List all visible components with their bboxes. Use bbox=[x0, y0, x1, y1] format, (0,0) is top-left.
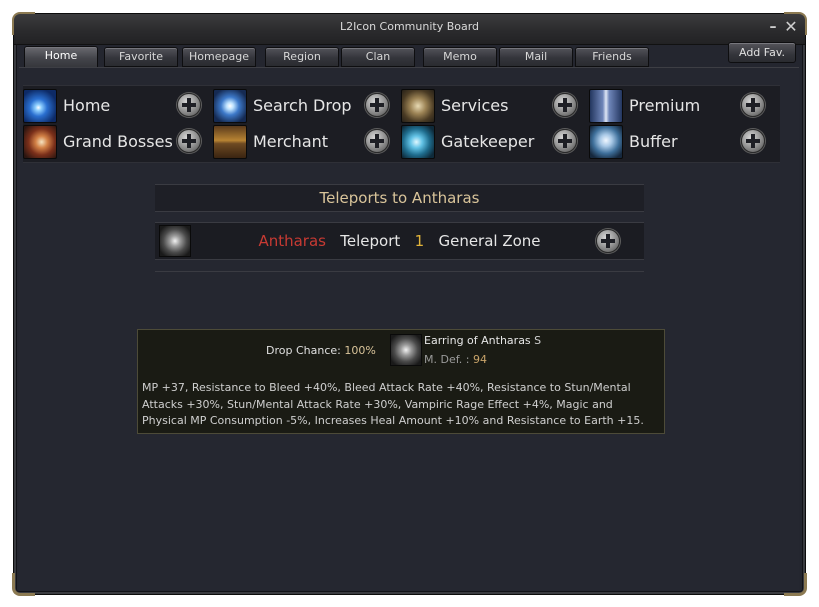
item-stat-value: 94 bbox=[473, 353, 487, 366]
community-board-window: L2Icon Community Board – ✕ Home Favorite… bbox=[12, 12, 807, 596]
minimize-button[interactable]: – bbox=[765, 17, 781, 37]
buffer-icon bbox=[589, 125, 623, 159]
teleport-row[interactable]: Antharas Teleport 1 General Zone bbox=[155, 222, 644, 260]
item-name-text: Earring of Antharas bbox=[424, 334, 531, 347]
gatekeeper-icon bbox=[401, 125, 435, 159]
add-search-drop-button[interactable] bbox=[365, 93, 389, 117]
item-name: Earring of Antharas S bbox=[424, 334, 541, 347]
nav-label: Home bbox=[63, 96, 111, 115]
tab-friends[interactable]: Friends bbox=[575, 47, 649, 67]
tab-favorite[interactable]: Favorite bbox=[104, 47, 178, 67]
window-title: L2Icon Community Board bbox=[339, 20, 480, 33]
earring-icon bbox=[390, 334, 422, 366]
add-merchant-button[interactable] bbox=[365, 129, 389, 153]
add-favorite-button[interactable]: Add Fav. bbox=[728, 42, 796, 63]
nav-label: Search Drop bbox=[253, 96, 352, 115]
teleport-row-text: Antharas Teleport 1 General Zone bbox=[155, 232, 644, 250]
teleport-count: 1 bbox=[414, 232, 425, 250]
tab-memo[interactable]: Memo bbox=[423, 47, 497, 67]
nav-label: Grand Bosses bbox=[63, 132, 173, 151]
search-drop-icon bbox=[213, 89, 247, 123]
tab-home[interactable]: Home bbox=[24, 46, 98, 68]
add-buffer-button[interactable] bbox=[741, 129, 765, 153]
item-stat: M. Def. : 94 bbox=[424, 353, 487, 366]
nav-label: Gatekeeper bbox=[441, 132, 535, 151]
section-divider bbox=[155, 271, 644, 272]
zone-label: General Zone bbox=[438, 232, 541, 250]
teleport-label: Teleport bbox=[340, 232, 401, 250]
nav-label: Premium bbox=[629, 96, 701, 115]
nav-label: Services bbox=[441, 96, 509, 115]
add-premium-button[interactable] bbox=[741, 93, 765, 117]
close-button[interactable]: ✕ bbox=[783, 17, 799, 37]
teleport-add-button[interactable] bbox=[596, 229, 620, 253]
premium-icon bbox=[589, 89, 623, 123]
nav-label: Merchant bbox=[253, 132, 329, 151]
nav-label: Buffer bbox=[629, 132, 678, 151]
add-services-button[interactable] bbox=[553, 93, 577, 117]
drop-chance-label: Drop Chance: bbox=[266, 344, 345, 357]
board-content: Home Search Drop Services Premium Grand … bbox=[19, 67, 799, 590]
tab-mail[interactable]: Mail bbox=[499, 47, 573, 67]
tab-clan[interactable]: Clan bbox=[341, 47, 415, 67]
add-grand-bosses-button[interactable] bbox=[177, 129, 201, 153]
item-grade: S bbox=[534, 334, 542, 347]
home-icon bbox=[23, 89, 57, 123]
boss-name: Antharas bbox=[258, 232, 326, 250]
item-tooltip: Drop Chance: 100% Earring of Antharas S … bbox=[137, 329, 665, 434]
add-gatekeeper-button[interactable] bbox=[553, 129, 577, 153]
drop-chance: Drop Chance: 100% bbox=[266, 344, 376, 357]
tab-homepage[interactable]: Homepage bbox=[182, 47, 256, 67]
tab-region[interactable]: Region bbox=[265, 47, 339, 67]
navigation-grid: Home Search Drop Services Premium Grand … bbox=[23, 85, 780, 163]
add-home-button[interactable] bbox=[177, 93, 201, 117]
title-bar[interactable]: L2Icon Community Board – ✕ bbox=[14, 14, 805, 45]
item-description: MP +37, Resistance to Bleed +40%, Bleed … bbox=[142, 381, 644, 427]
item-stat-label: M. Def. : bbox=[424, 353, 473, 366]
services-icon bbox=[401, 89, 435, 123]
grand-bosses-icon bbox=[23, 125, 57, 159]
drop-chance-value: 100% bbox=[344, 344, 376, 357]
teleports-heading: Teleports to Antharas bbox=[155, 184, 644, 212]
merchant-icon bbox=[213, 125, 247, 159]
